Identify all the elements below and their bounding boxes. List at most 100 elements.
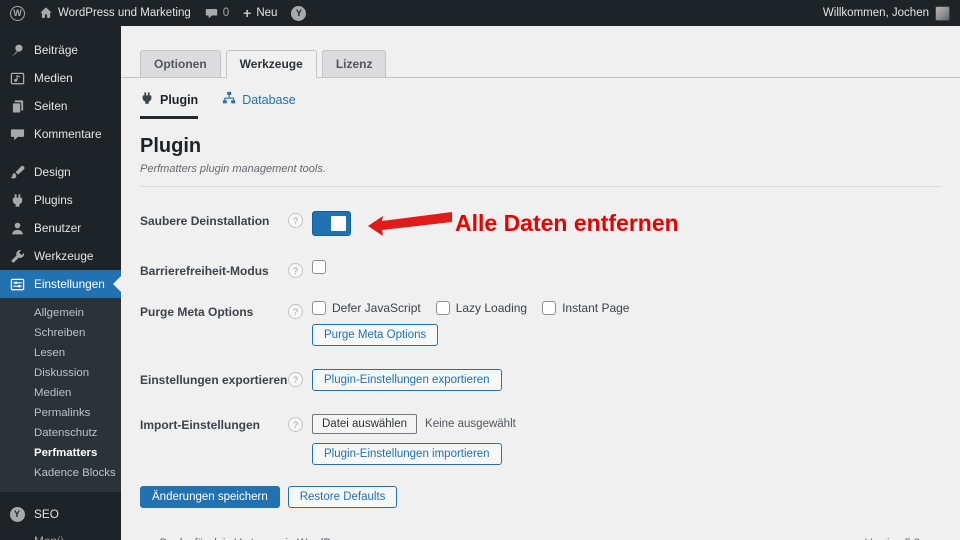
submenu-item-allgemein[interactable]: Allgemein: [0, 303, 121, 323]
import-settings-button[interactable]: Plugin-Einstellungen importieren: [312, 443, 502, 465]
sidebar-item-label: SEO: [34, 507, 59, 521]
collapse-menu-button[interactable]: ◀ Menü einklappen: [0, 528, 121, 540]
setting-row-purge-meta: Purge Meta Options ? Defer JavaScript La…: [140, 301, 940, 346]
collapse-label: Menü einklappen: [34, 534, 115, 540]
sidebar-item-plugins[interactable]: Plugins: [0, 186, 121, 214]
help-icon[interactable]: ?: [288, 417, 303, 432]
sidebar-item-label: Kommentare: [34, 127, 102, 141]
submenu-item-permalinks[interactable]: Permalinks: [0, 403, 121, 423]
subtab-label: Database: [242, 92, 296, 107]
export-settings-button[interactable]: Plugin-Einstellungen exportieren: [312, 369, 502, 391]
new-content-menu[interactable]: + Neu: [243, 6, 277, 20]
sidebar-item-label: Benutzer: [34, 221, 82, 235]
settings-submenu: Allgemein Schreiben Lesen Diskussion Med…: [0, 298, 121, 492]
lazy-loading-checkbox[interactable]: [435, 301, 450, 315]
submenu-item-medien[interactable]: Medien: [0, 383, 121, 403]
subtab-database[interactable]: Database: [222, 91, 296, 119]
sidebar-item-benutzer[interactable]: Benutzer: [0, 214, 121, 242]
avatar[interactable]: [935, 5, 950, 21]
home-icon: [39, 6, 53, 20]
save-changes-button[interactable]: Änderungen speichern: [140, 486, 280, 508]
restore-defaults-button[interactable]: Restore Defaults: [287, 486, 398, 508]
help-icon[interactable]: ?: [288, 213, 303, 228]
subtab-plugin[interactable]: Plugin: [140, 91, 199, 119]
sidebar-item-beitraege[interactable]: Beiträge: [0, 36, 121, 64]
checkbox-label: Defer JavaScript: [332, 301, 421, 315]
setting-row-import: Import-Einstellungen ? Datei auswählen K…: [140, 414, 940, 465]
sidebar-item-label: Werkzeuge: [34, 249, 94, 263]
submenu-item-kadence-blocks[interactable]: Kadence Blocks: [0, 463, 121, 483]
new-label: Neu: [256, 7, 278, 19]
plus-icon: +: [243, 5, 252, 21]
comment-icon: [205, 7, 218, 20]
comments-bubble[interactable]: 0: [205, 7, 229, 20]
media-icon: [9, 70, 25, 86]
admin-sidebar: Beiträge Medien Seiten Kommentare Design…: [0, 26, 121, 540]
sidebar-item-label: Medien: [34, 71, 73, 85]
sidebar-item-label: Beiträge: [34, 43, 78, 57]
sidebar-item-werkzeuge[interactable]: Werkzeuge: [0, 242, 121, 270]
wordpress-menu[interactable]: W: [10, 5, 25, 21]
database-icon: [222, 91, 236, 108]
setting-row-clean-uninstall: Saubere Deinstallation ? Alle Daten entf…: [140, 210, 940, 237]
wordpress-logo-icon: W: [10, 5, 25, 21]
setting-row-export: Einstellungen exportieren ? Plugin-Einst…: [140, 369, 940, 391]
user-icon: [9, 220, 25, 236]
choose-file-button[interactable]: Datei auswählen: [312, 414, 418, 434]
main-content: Optionen Werkzeuge Lizenz Plugin Databas…: [121, 26, 960, 540]
setting-row-accessibility: Barrierefreiheit-Modus ?: [140, 260, 940, 278]
instant-page-checkbox[interactable]: [542, 301, 557, 315]
plug-icon: [140, 91, 154, 108]
sidebar-item-label: Einstellungen: [34, 277, 105, 291]
admin-footer: Danke für dein Vertrauen in WordPress. V…: [140, 508, 940, 540]
account-greeting[interactable]: Willkommen, Jochen: [823, 7, 929, 19]
sidebar-item-medien[interactable]: Medien: [0, 64, 121, 92]
admin-bar: W WordPress und Marketing 0 + Neu Y Will…: [0, 0, 960, 26]
sidebar-item-design[interactable]: Design: [0, 158, 121, 186]
submenu-item-schreiben[interactable]: Schreiben: [0, 323, 121, 343]
yoast-menu[interactable]: Y: [291, 5, 307, 21]
sidebar-item-kommentare[interactable]: Kommentare: [0, 120, 121, 148]
defer-javascript-checkbox[interactable]: [312, 301, 326, 315]
site-name: WordPress und Marketing: [58, 7, 191, 19]
sidebar-item-seiten[interactable]: Seiten: [0, 92, 121, 120]
comment-icon: [9, 126, 25, 142]
setting-label: Einstellungen exportieren: [140, 373, 288, 387]
pin-icon: [9, 42, 25, 58]
purge-meta-options-button[interactable]: Purge Meta Options: [312, 324, 439, 346]
help-icon[interactable]: ?: [288, 372, 303, 387]
submenu-item-perfmatters[interactable]: Perfmatters: [0, 443, 121, 463]
tab-lizenz[interactable]: Lizenz: [321, 50, 387, 78]
help-icon[interactable]: ?: [288, 263, 303, 278]
sidebar-item-seo[interactable]: Y SEO: [0, 500, 121, 528]
action-buttons: Änderungen speichern Restore Defaults: [140, 486, 940, 508]
sidebar-item-label: Design: [34, 165, 71, 179]
sidebar-item-einstellungen[interactable]: Einstellungen: [0, 270, 121, 298]
tab-optionen[interactable]: Optionen: [140, 50, 221, 78]
help-icon[interactable]: ?: [288, 304, 303, 319]
site-link[interactable]: WordPress und Marketing: [39, 6, 191, 20]
checkbox-label: Instant Page: [562, 301, 630, 315]
file-status: Keine ausgewählt: [425, 418, 516, 430]
submenu-item-datenschutz[interactable]: Datenschutz: [0, 423, 121, 443]
red-arrow-icon: [368, 212, 452, 236]
settings-icon: [9, 276, 25, 292]
annotation-text: Alle Daten entfernen: [455, 210, 679, 236]
sidebar-item-label: Plugins: [34, 193, 73, 207]
accessibility-checkbox[interactable]: [312, 260, 326, 274]
setting-label: Import-Einstellungen: [140, 418, 260, 432]
toggle-knob: [331, 216, 346, 231]
clean-uninstall-toggle[interactable]: [312, 211, 351, 236]
yoast-icon: Y: [291, 5, 307, 21]
submenu-item-diskussion[interactable]: Diskussion: [0, 363, 121, 383]
wrench-icon: [9, 248, 25, 264]
submenu-item-lesen[interactable]: Lesen: [0, 343, 121, 363]
yoast-icon: Y: [9, 506, 25, 522]
section-divider: [140, 186, 942, 187]
comment-count: 0: [222, 7, 230, 19]
sidebar-item-label: Seiten: [34, 99, 68, 113]
checkbox-label: Lazy Loading: [455, 301, 528, 315]
setting-label: Purge Meta Options: [140, 305, 254, 319]
annotation: Alle Daten entfernen: [367, 210, 679, 237]
tab-werkzeuge[interactable]: Werkzeuge: [225, 50, 317, 78]
